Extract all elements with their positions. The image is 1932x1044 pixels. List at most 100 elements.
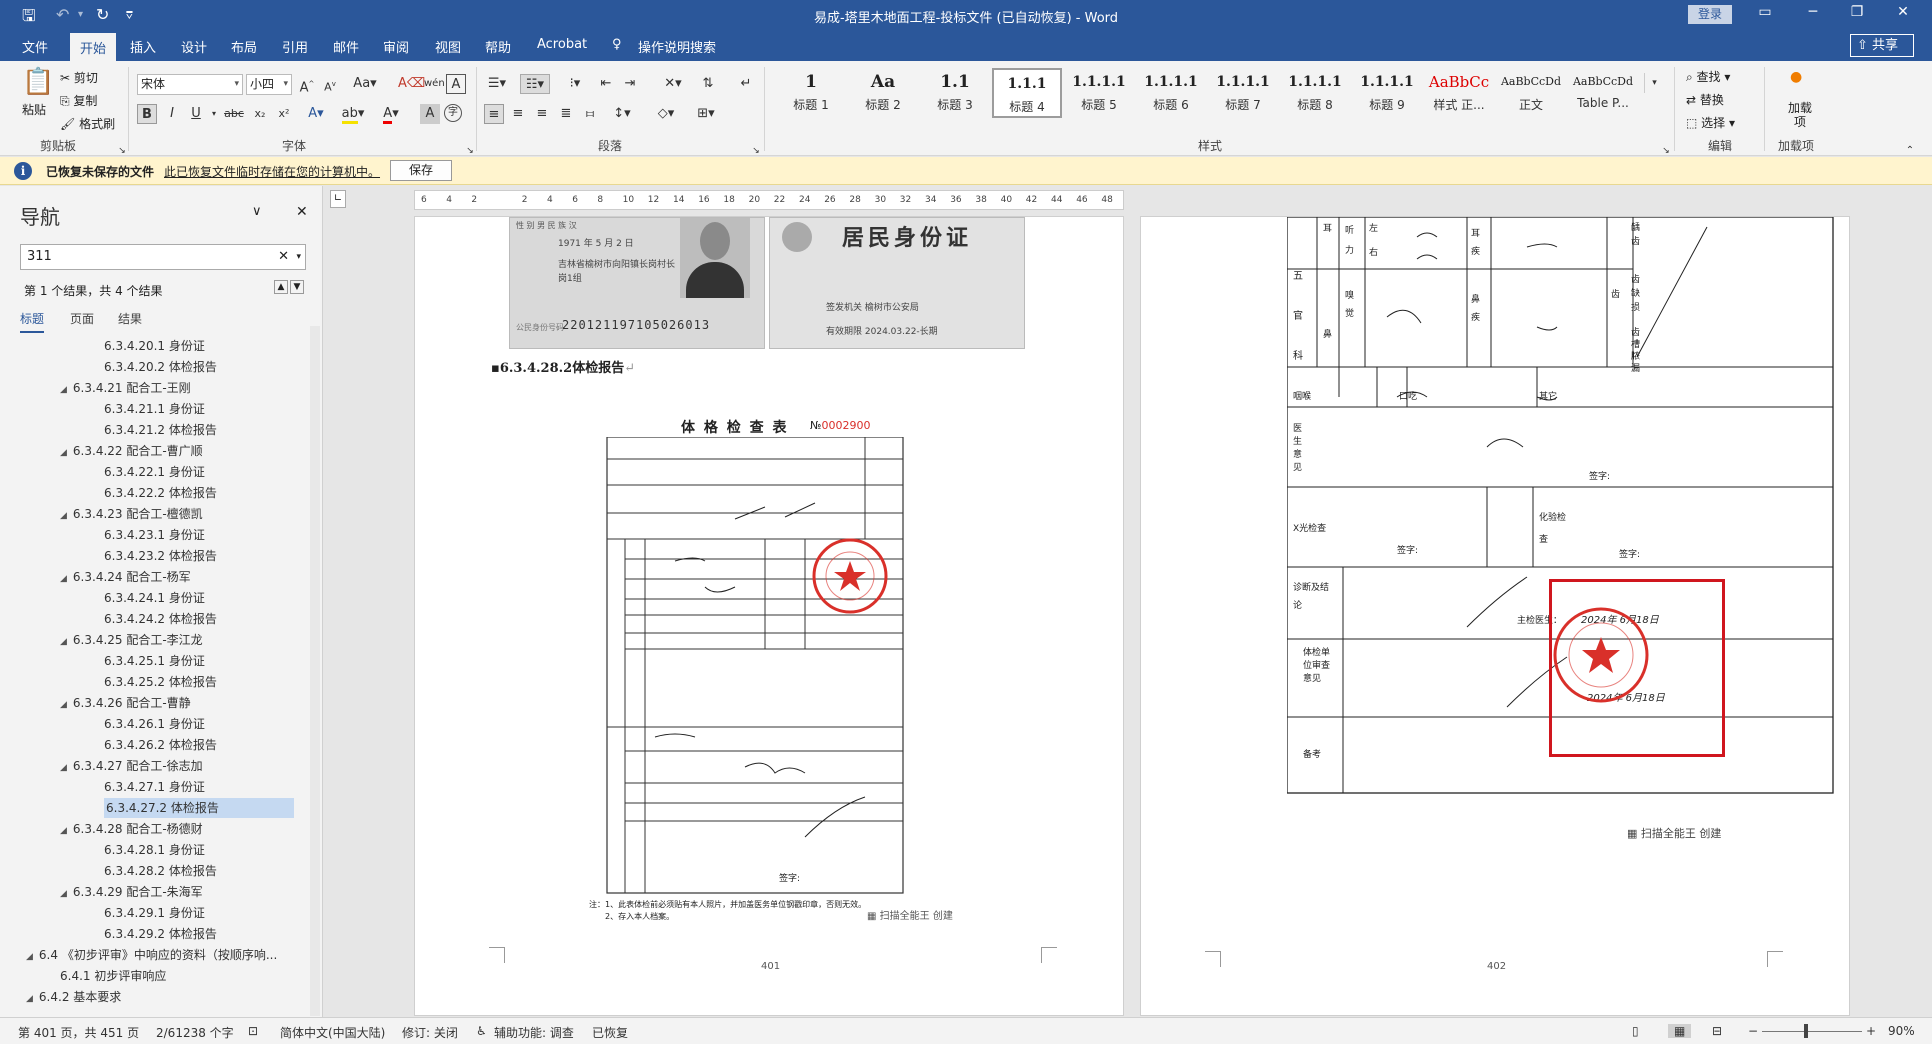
nav-heading-item[interactable]: 6.3.4.29.2 体检报告 <box>104 924 217 944</box>
nav-heading-item[interactable]: 6.3.4.26.2 体检报告 <box>104 735 217 755</box>
login-button[interactable]: 登录 <box>1688 5 1732 24</box>
show-marks-icon[interactable]: ↵ <box>736 74 756 94</box>
web-layout-icon[interactable]: ⊟ <box>1712 1024 1722 1038</box>
style-heading-6[interactable]: 1.1.1.1 标题 6 <box>1136 68 1206 118</box>
search-options-icon[interactable]: ▾ <box>296 245 301 269</box>
collapse-triangle-icon[interactable]: ◢ <box>60 763 67 773</box>
tab-file[interactable]: 文件 <box>22 37 48 56</box>
zoom-in-icon[interactable]: + <box>1866 1024 1876 1038</box>
style-heading-3[interactable]: 1.1 标题 3 <box>920 68 990 118</box>
collapse-triangle-icon[interactable]: ◢ <box>60 511 67 521</box>
nav-heading-item[interactable]: ◢ 6.3.4.24 配合工-杨军 <box>60 567 191 587</box>
justify-icon[interactable]: ≣ <box>556 104 576 124</box>
print-layout-icon[interactable]: ▦ <box>1668 1024 1692 1038</box>
font-size-combo[interactable]: 小四 ▾ <box>246 74 292 95</box>
tab-mailings[interactable]: 邮件 <box>333 37 359 56</box>
nav-heading-item[interactable]: 6.3.4.22.2 体检报告 <box>104 483 217 503</box>
tab-layout[interactable]: 布局 <box>231 37 257 56</box>
character-shading-icon[interactable]: A <box>420 104 440 124</box>
style-table-paragraph[interactable]: AaBbCcDd Table P... <box>1568 68 1638 118</box>
underline-dropdown-icon[interactable]: ▾ <box>204 104 224 124</box>
close-icon[interactable]: ✕ <box>1888 4 1918 20</box>
nav-heading-item[interactable]: 6.3.4.20.1 身份证 <box>104 336 205 356</box>
grow-font-icon[interactable]: A^ <box>297 74 317 95</box>
font-name-combo[interactable]: 宋体 ▾ <box>137 74 243 95</box>
line-spacing-icon[interactable]: ↕▾ <box>608 104 636 124</box>
bold-icon[interactable]: B <box>137 104 157 124</box>
nav-heading-item[interactable]: ◢ 6.4 《初步评审》中响应的资料（按顺序响... <box>26 945 277 965</box>
clear-search-icon[interactable]: ✕ <box>278 245 289 269</box>
nav-heading-item[interactable]: ◢ 6.3.4.21 配合工-王刚 <box>60 378 191 398</box>
nav-heading-item[interactable]: ◢ 6.4.2 基本要求 <box>26 987 121 1007</box>
style-heading-9[interactable]: 1.1.1.1 标题 9 <box>1352 68 1422 118</box>
next-result-icon[interactable]: ▼ <box>290 280 304 294</box>
format-painter-button[interactable]: 🖌 格式刷 <box>60 115 115 132</box>
copy-button[interactable]: ⎘ 复制 <box>60 92 97 109</box>
style-heading-4[interactable]: 1.1.1 标题 4 <box>992 68 1062 118</box>
nav-heading-item[interactable]: ◢ 6.3.4.25 配合工-李江龙 <box>60 630 203 650</box>
status-page[interactable]: 第 401 页，共 451 页 <box>18 1024 139 1041</box>
nav-heading-item[interactable]: 6.3.4.23.2 体检报告 <box>104 546 217 566</box>
style-custom[interactable]: AaBbCc 样式 正... <box>1424 68 1494 118</box>
nav-heading-item[interactable]: 6.3.4.24.1 身份证 <box>104 588 205 608</box>
multilevel-list-icon[interactable]: ⁝▾ <box>562 74 588 94</box>
strikethrough-icon[interactable]: abc <box>224 104 244 124</box>
style-heading-7[interactable]: 1.1.1.1 标题 7 <box>1208 68 1278 118</box>
nav-heading-item[interactable]: 6.3.4.23.1 身份证 <box>104 525 205 545</box>
phonetic-guide-icon[interactable]: wén <box>424 74 445 94</box>
collapse-triangle-icon[interactable]: ◢ <box>26 994 33 1004</box>
change-case-icon[interactable]: Aa▾ <box>350 74 380 94</box>
enclose-characters-icon[interactable]: 字 <box>444 104 462 122</box>
nav-heading-item[interactable]: 6.3.4.27.1 身份证 <box>104 777 205 797</box>
nav-heading-item[interactable]: 6.3.4.22.1 身份证 <box>104 462 205 482</box>
collapse-triangle-icon[interactable]: ◢ <box>60 889 67 899</box>
align-center-icon[interactable]: ≡ <box>508 104 528 124</box>
chinese-layout-icon[interactable]: ✕▾ <box>658 74 688 94</box>
collapse-triangle-icon[interactable]: ◢ <box>60 637 67 647</box>
zoom-slider[interactable] <box>1762 1031 1862 1032</box>
text-effects-icon[interactable]: A▾ <box>306 104 326 124</box>
addins-button[interactable]: 加载项 <box>1786 101 1814 129</box>
nav-search-input[interactable]: 311 ✕ ▾ <box>20 244 306 270</box>
nav-tab-headings[interactable]: 标题 <box>20 310 45 333</box>
nav-heading-item[interactable]: 6.4.1 初步评审响应 <box>60 966 166 986</box>
highlight-icon[interactable]: ab▾ <box>340 104 366 124</box>
collapse-triangle-icon[interactable]: ◢ <box>60 385 67 395</box>
zoom-level[interactable]: 90% <box>1888 1024 1915 1038</box>
italic-icon[interactable]: I <box>162 104 182 124</box>
style-heading-2[interactable]: Aa 标题 2 <box>848 68 918 118</box>
style-heading-1[interactable]: 1 标题 1 <box>776 68 846 118</box>
tab-selector-icon[interactable]: ∟ <box>330 190 346 208</box>
sort-icon[interactable]: ⇅ <box>698 74 718 94</box>
status-track-changes[interactable]: 修订: 关闭 <box>402 1024 458 1041</box>
style-heading-8[interactable]: 1.1.1.1 标题 8 <box>1280 68 1350 118</box>
distributed-icon[interactable]: ⧦ <box>580 104 600 124</box>
tab-references[interactable]: 引用 <box>282 37 308 56</box>
zoom-out-icon[interactable]: − <box>1748 1024 1758 1038</box>
shrink-font-icon[interactable]: Av <box>320 74 340 94</box>
borders-icon[interactable]: ⊞▾ <box>692 104 720 124</box>
paste-button[interactable]: 粘贴 <box>22 101 46 118</box>
ribbon-display-icon[interactable]: ▭ <box>1750 4 1780 20</box>
align-right-icon[interactable]: ≡ <box>532 104 552 124</box>
minimize-icon[interactable]: ─ <box>1798 4 1828 20</box>
nav-heading-item[interactable]: 6.3.4.28.2 体检报告 <box>104 861 217 881</box>
read-mode-icon[interactable]: ▯ <box>1632 1024 1639 1038</box>
subscript-icon[interactable]: x₂ <box>250 104 270 124</box>
restore-icon[interactable]: ❐ <box>1842 4 1872 20</box>
previous-result-icon[interactable]: ▲ <box>274 280 288 294</box>
align-left-icon[interactable]: ≡ <box>484 104 504 124</box>
collapse-triangle-icon[interactable]: ◢ <box>60 574 67 584</box>
proofing-icon[interactable]: ⊡ <box>248 1024 258 1038</box>
collapse-triangle-icon[interactable]: ◢ <box>60 826 67 836</box>
nav-heading-item[interactable]: 6.3.4.28.1 身份证 <box>104 840 205 860</box>
nav-heading-item[interactable]: 6.3.4.27.2 体检报告 <box>104 798 294 818</box>
nav-heading-item[interactable]: ◢ 6.3.4.22 配合工-曹广顺 <box>60 441 203 461</box>
collapse-triangle-icon[interactable]: ◢ <box>60 448 67 458</box>
style-heading-5[interactable]: 1.1.1.1 标题 5 <box>1064 68 1134 118</box>
nav-heading-item[interactable]: ◢ 6.3.4.23 配合工-檀德凯 <box>60 504 203 524</box>
nav-heading-item[interactable]: ◢ 6.3.4.29 配合工-朱海军 <box>60 882 203 902</box>
nav-heading-item[interactable]: 6.3.4.25.2 体检报告 <box>104 672 217 692</box>
horizontal-ruler[interactable]: 6 4 2 2 4 6 8 10 12 14 16 18 20 22 24 26 28 30 32 34 36 38 40 4… <box>414 190 1124 210</box>
nav-heading-item[interactable]: 6.3.4.21.2 体检报告 <box>104 420 217 440</box>
